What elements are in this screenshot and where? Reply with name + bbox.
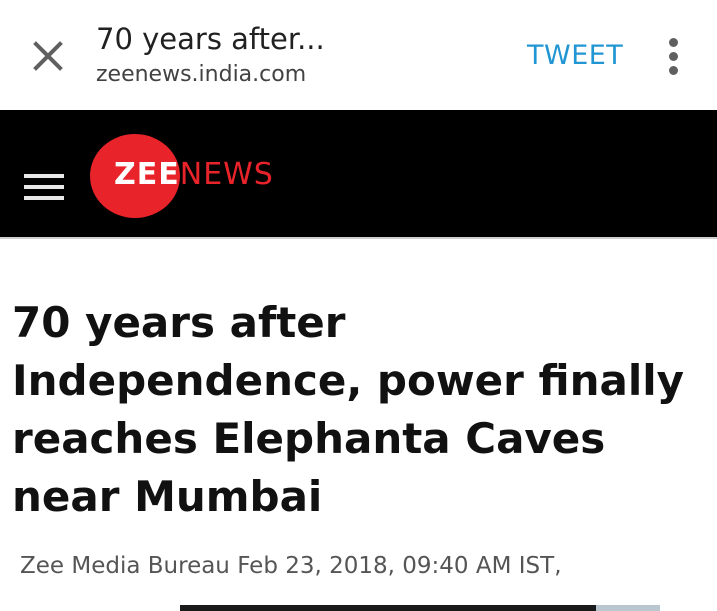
hamburger-icon[interactable] (24, 174, 66, 204)
browser-toolbar: 70 years after... zeenews.india.com TWEE… (0, 0, 717, 110)
article-byline: Zee Media Bureau Feb 23, 2018, 09:40 AM … (20, 553, 562, 579)
logo-news: NEWS (179, 157, 274, 192)
logo-text: ZEENEWS (114, 158, 274, 192)
zee-news-logo[interactable]: ZEENEWS (90, 134, 330, 218)
logo-zee: ZEE (114, 157, 180, 192)
site-masthead: ZEENEWS (0, 110, 717, 237)
tweet-button[interactable]: TWEET (527, 40, 623, 71)
page-url: zeenews.india.com (96, 62, 307, 87)
article-image (180, 605, 660, 611)
masthead-divider (0, 237, 717, 239)
page-title: 70 years after... (96, 22, 325, 56)
article-headline: 70 years after Independence, power final… (12, 298, 685, 521)
close-icon[interactable] (30, 38, 66, 74)
page-info: 70 years after... zeenews.india.com (96, 20, 496, 90)
more-vert-icon[interactable] (664, 36, 684, 76)
article-image-edge (596, 605, 660, 611)
